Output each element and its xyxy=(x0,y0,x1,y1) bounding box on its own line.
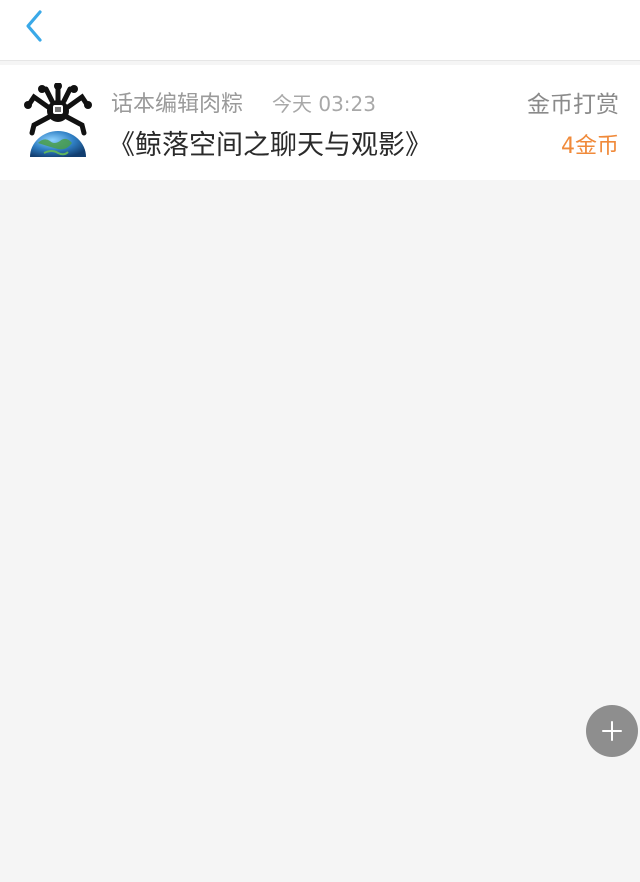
reward-list-item[interactable]: 话本编辑肉粽 今天 03:23 《鲸落空间之聊天与观影》 金币打赏 4金币 xyxy=(0,65,640,180)
plus-icon xyxy=(602,721,622,741)
top-bar xyxy=(0,0,640,61)
work-title[interactable]: 《鲸落空间之聊天与观影》 xyxy=(108,123,432,162)
reward-action-label: 金币打赏 xyxy=(527,92,619,118)
avatar[interactable] xyxy=(22,82,94,161)
chevron-left-icon xyxy=(26,10,42,42)
reward-amount: 4金币 xyxy=(561,134,619,159)
author-name[interactable]: 话本编辑肉粽 xyxy=(111,86,243,118)
back-button[interactable] xyxy=(16,6,52,46)
avatar-image xyxy=(24,82,92,157)
timestamp: 今天 03:23 xyxy=(272,92,376,116)
add-button[interactable] xyxy=(586,705,638,757)
